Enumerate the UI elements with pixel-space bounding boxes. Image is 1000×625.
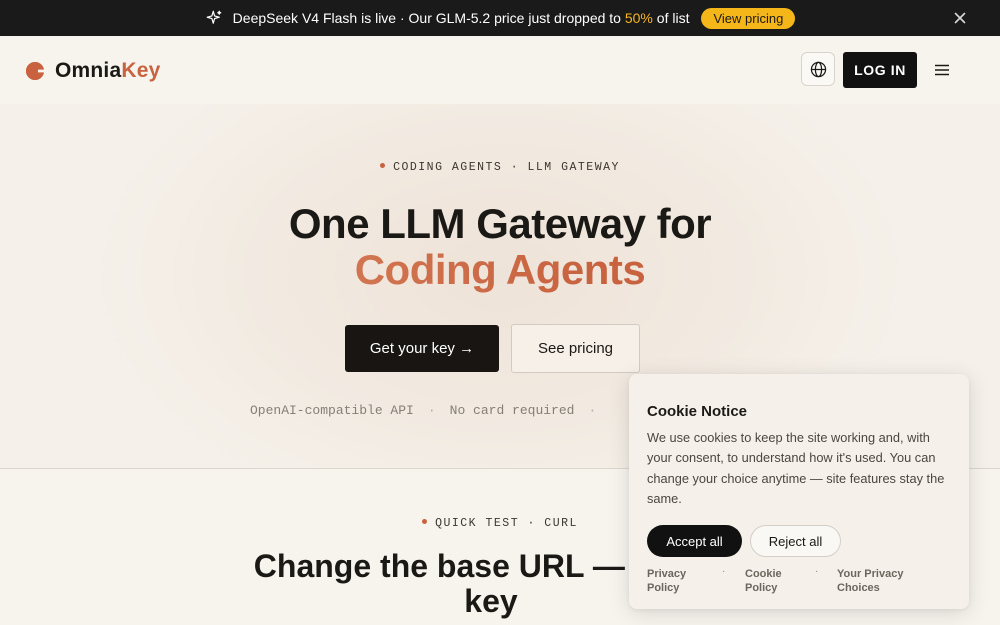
brand-logo[interactable]: OmniaKey [25, 59, 160, 83]
eyebrow-dot-icon [422, 519, 428, 525]
close-icon[interactable] [952, 10, 968, 26]
menu-button[interactable] [930, 60, 954, 80]
sparkle-icon [206, 10, 222, 24]
hamburger-menu-icon [935, 64, 949, 76]
view-pricing-button[interactable]: View pricing [701, 7, 796, 29]
logo-mark-icon [26, 62, 45, 80]
globe-icon [810, 61, 826, 77]
feature-item: No card required [449, 403, 575, 418]
hero-title-line1: One LLM Gateway for [288, 200, 712, 247]
feature-item: OpenAI-compatible API [250, 403, 414, 418]
privacy-choices-link[interactable]: Your Privacy Choices [837, 567, 903, 595]
see-pricing-button[interactable]: See pricing [511, 324, 640, 373]
eyebrow-dot-icon [380, 163, 386, 169]
link-separator: · [722, 566, 726, 577]
cookie-notice-title: Cookie Notice [647, 403, 748, 420]
language-button[interactable] [801, 52, 835, 86]
announcement-text: DeepSeek V4 Flash is live · Our GLM-5.2 … [232, 10, 690, 26]
hero-features: OpenAI-compatible API · No card required · [250, 403, 597, 418]
login-button[interactable]: LOG IN [843, 52, 917, 88]
cookie-notice-body: We use cookies to keep the site working … [647, 430, 945, 506]
cookie-notice: Cookie Notice We use cookies to keep the… [629, 374, 969, 609]
accept-all-button[interactable]: Accept all [647, 525, 742, 557]
discount-percent: 50% [624, 10, 653, 26]
get-your-key-button[interactable]: Get your key → [345, 325, 499, 372]
reject-all-button[interactable]: Reject all [750, 525, 841, 557]
cookie-policy-link[interactable]: Cookie Policy [745, 567, 782, 595]
privacy-policy-link[interactable]: Privacy Policy [647, 567, 686, 595]
announcement-bar: DeepSeek V4 Flash is live · Our GLM-5.2 … [0, 0, 1000, 36]
site-header: OmniaKey LOG IN [0, 36, 1000, 104]
brand-name: OmniaKey [55, 59, 161, 82]
link-separator: · [815, 566, 819, 577]
hero-eyebrow: CODING AGENTS · LLM GATEWAY [0, 161, 1000, 174]
hero-title-line2: Coding Agents [0, 247, 1000, 293]
